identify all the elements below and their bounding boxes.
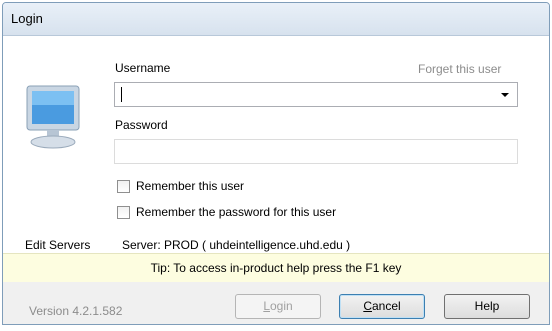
password-label: Password [115,118,168,132]
login-form: Username Forget this user Password Remem… [3,36,549,252]
dialog-footer: Version 4.2.1.582 Login Cancel Help [3,282,549,324]
forget-user-link[interactable]: Forget this user [418,62,501,76]
login-accel: L [263,299,270,313]
tip-bar: Tip: To access in-product help press the… [3,253,549,283]
title-bar: Login [3,3,549,36]
version-label: Version 4.2.1.582 [29,304,123,318]
computer-monitor-icon [26,85,80,149]
remember-user-checkbox[interactable] [117,180,130,193]
login-label-rest: ogin [270,299,293,313]
cancel-label-rest: ancel [371,299,401,313]
remember-password-label[interactable]: Remember the password for this user [136,205,336,219]
password-input[interactable] [114,139,518,164]
tip-text: Tip: To access in-product help press the… [150,261,402,275]
username-combobox[interactable] [114,82,518,107]
server-info: Server: PROD ( uhdeintelligence.uhd.edu … [122,238,351,252]
username-label: Username [115,61,171,75]
dropdown-arrow-icon[interactable] [499,89,511,101]
edit-servers-link[interactable]: Edit Servers [25,238,90,252]
remember-password-checkbox[interactable] [117,206,130,219]
login-dialog: Login Username Forget this user Password… [2,2,550,325]
window-title: Login [11,11,43,26]
remember-user-label[interactable]: Remember this user [136,179,244,193]
cancel-accel: C [363,299,372,313]
help-label: Help [474,299,500,313]
login-button[interactable]: Login [235,294,321,319]
text-cursor [121,87,122,102]
help-button[interactable]: Help [444,294,530,319]
cancel-button[interactable]: Cancel [339,294,425,319]
